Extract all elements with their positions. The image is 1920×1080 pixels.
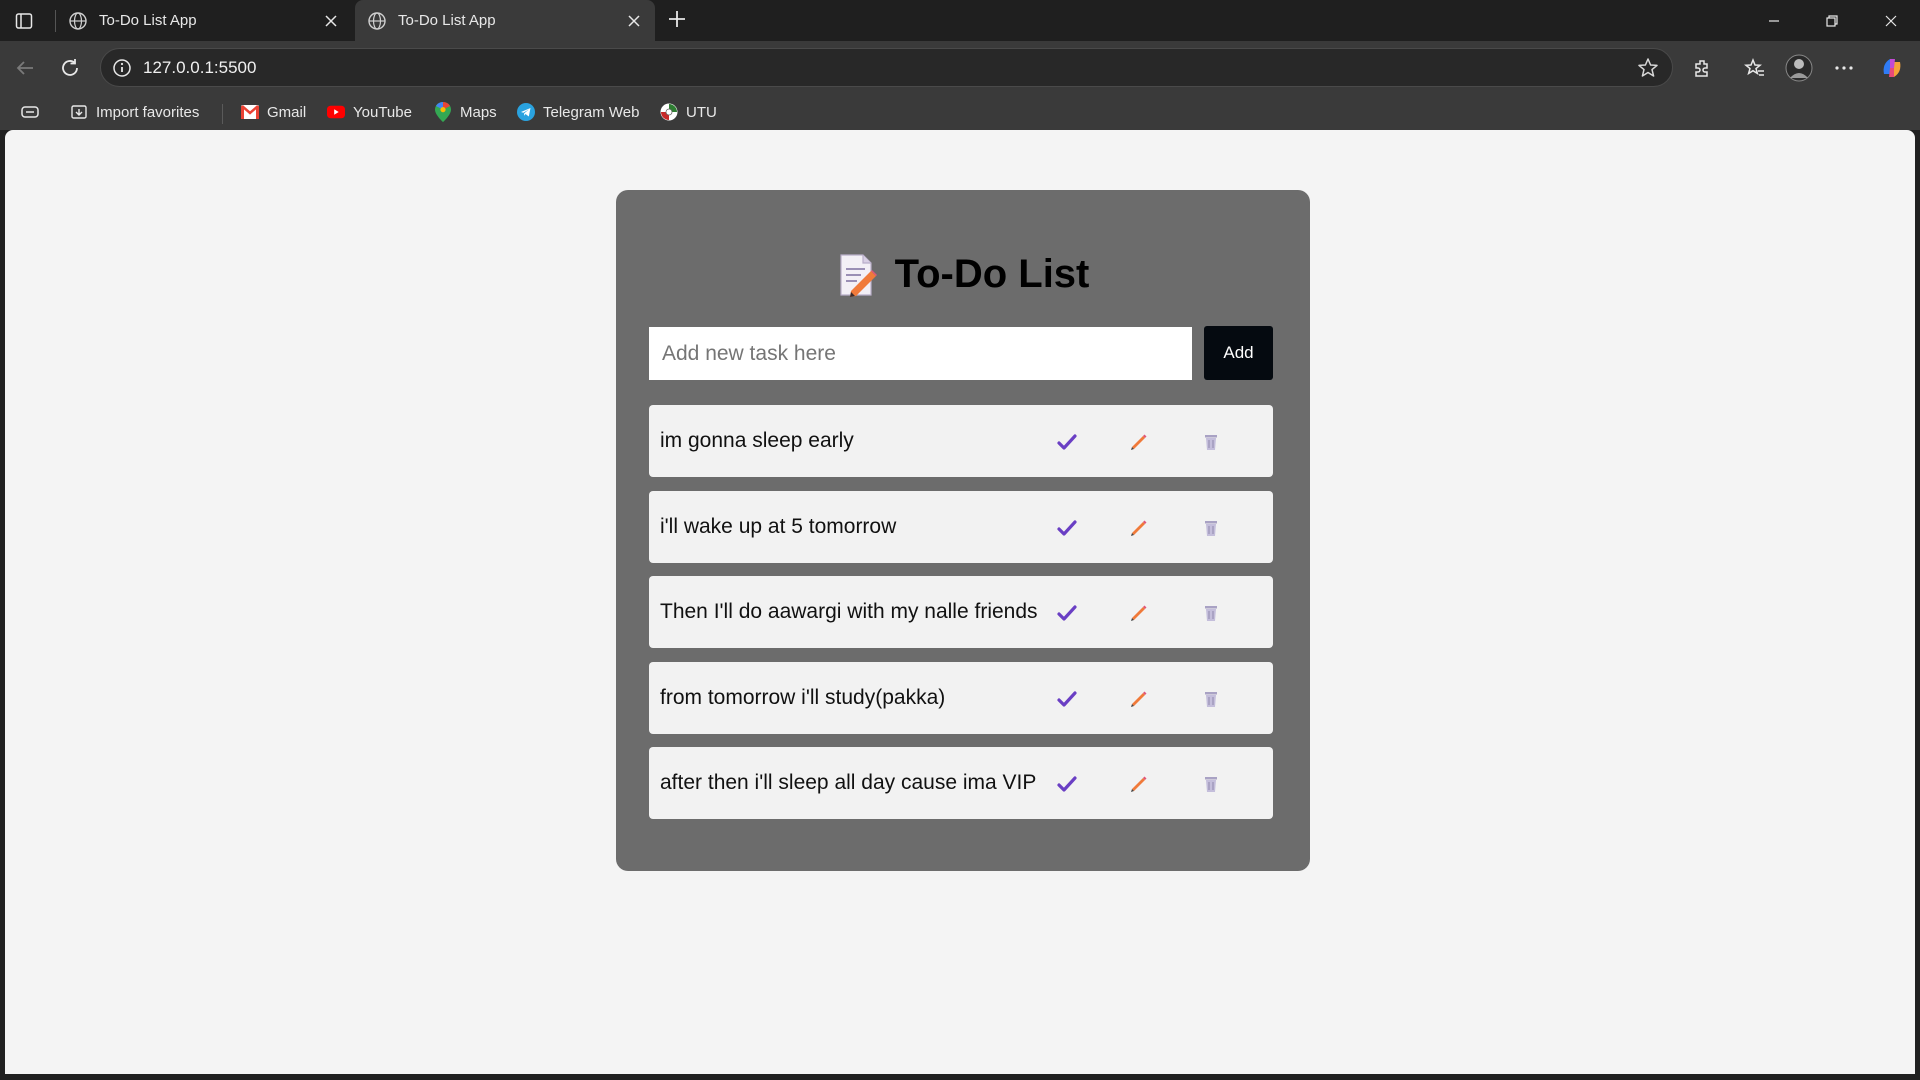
youtube-icon bbox=[327, 103, 345, 121]
minimize-icon[interactable] bbox=[1745, 0, 1803, 41]
bookmark-gmail[interactable]: Gmail bbox=[241, 100, 306, 124]
profile-avatar[interactable] bbox=[1784, 53, 1814, 83]
tab-title: To-Do List App bbox=[398, 12, 496, 29]
url-text[interactable]: 127.0.0.1:5500 bbox=[143, 58, 256, 78]
pencil-icon[interactable] bbox=[1127, 516, 1151, 540]
favorites-icon[interactable] bbox=[1740, 53, 1770, 83]
site-info-icon[interactable] bbox=[111, 57, 133, 79]
bookmark-separator bbox=[222, 104, 223, 124]
maps-icon bbox=[434, 102, 452, 122]
gmail-icon bbox=[241, 103, 259, 121]
check-icon[interactable] bbox=[1055, 516, 1079, 540]
favorite-star-icon[interactable] bbox=[1636, 56, 1660, 80]
task-item: after then i'll sleep all day cause ima … bbox=[649, 747, 1273, 819]
page-title: To-Do List bbox=[894, 252, 1090, 296]
globe-icon bbox=[368, 11, 386, 30]
bookmark-import-favorites[interactable]: Import favorites bbox=[70, 100, 199, 124]
app-heading: To-Do List bbox=[616, 252, 1310, 297]
tab-bar: To-Do List App To-Do List App bbox=[0, 0, 1920, 41]
more-options-icon[interactable] bbox=[1829, 53, 1859, 83]
copilot-icon[interactable] bbox=[1877, 53, 1907, 83]
bookmarks-toggle-icon[interactable] bbox=[20, 100, 40, 124]
task-item: Then I'll do aawargi with my nalle frien… bbox=[649, 576, 1273, 648]
trash-icon[interactable] bbox=[1199, 430, 1223, 454]
new-task-input[interactable] bbox=[649, 327, 1192, 380]
bookmark-label: UTU bbox=[686, 103, 717, 121]
telegram-icon bbox=[517, 103, 535, 121]
pencil-icon[interactable] bbox=[1127, 687, 1151, 711]
globe-icon bbox=[69, 11, 87, 30]
address-bar[interactable]: 127.0.0.1:5500 bbox=[100, 48, 1673, 87]
pencil-icon[interactable] bbox=[1127, 772, 1151, 796]
task-text: from tomorrow i'll study(pakka) bbox=[660, 685, 946, 709]
todo-container: To-Do List Add im gonna sleep early i'll… bbox=[616, 190, 1310, 871]
check-icon[interactable] bbox=[1055, 687, 1079, 711]
bookmark-maps[interactable]: Maps bbox=[434, 100, 497, 124]
trash-icon[interactable] bbox=[1199, 772, 1223, 796]
pencil-icon[interactable] bbox=[1127, 601, 1151, 625]
page-viewport: To-Do List Add im gonna sleep early i'll… bbox=[5, 130, 1915, 1074]
task-list: im gonna sleep early i'll wake up at 5 t… bbox=[649, 405, 1273, 833]
check-icon[interactable] bbox=[1055, 430, 1079, 454]
tab-title: To-Do List App bbox=[99, 12, 197, 29]
task-item: im gonna sleep early bbox=[649, 405, 1273, 477]
tab-todo-2[interactable]: To-Do List App bbox=[355, 0, 655, 41]
refresh-icon[interactable] bbox=[55, 53, 85, 83]
extensions-icon[interactable] bbox=[1688, 53, 1718, 83]
tab-todo-1[interactable]: To-Do List App bbox=[56, 0, 352, 41]
trash-icon[interactable] bbox=[1199, 687, 1223, 711]
close-icon[interactable] bbox=[625, 12, 643, 30]
bookmark-label: Maps bbox=[460, 103, 497, 121]
add-task-button[interactable]: Add bbox=[1204, 326, 1273, 380]
task-text: Then I'll do aawargi with my nalle frien… bbox=[660, 600, 1038, 623]
pencil-icon[interactable] bbox=[1127, 430, 1151, 454]
task-text: after then i'll sleep all day cause ima … bbox=[660, 771, 1037, 794]
tab-actions-icon[interactable] bbox=[12, 9, 36, 33]
bookmark-label: Gmail bbox=[267, 103, 307, 121]
new-tab-icon[interactable] bbox=[664, 8, 690, 34]
import-icon bbox=[70, 103, 88, 121]
task-item: from tomorrow i'll study(pakka) bbox=[649, 661, 1273, 734]
trash-icon[interactable] bbox=[1199, 601, 1223, 625]
bookmark-label: Telegram Web bbox=[543, 103, 640, 121]
utu-icon bbox=[660, 103, 678, 121]
bookmark-utu[interactable]: UTU bbox=[660, 100, 717, 124]
browser-toolbar: 127.0.0.1:5500 bbox=[0, 41, 1920, 94]
bookmark-label: Import favorites bbox=[96, 103, 200, 121]
task-item: i'll wake up at 5 tomorrow bbox=[649, 490, 1273, 563]
back-arrow-icon[interactable] bbox=[10, 53, 40, 83]
bookmark-youtube[interactable]: YouTube bbox=[327, 100, 412, 124]
bookmarks-bar: Import favorites Gmail YouTube Maps Tele… bbox=[0, 94, 1920, 130]
check-icon[interactable] bbox=[1055, 601, 1079, 625]
bookmark-telegram-web[interactable]: Telegram Web bbox=[517, 100, 639, 124]
task-text: im gonna sleep early bbox=[660, 429, 854, 452]
trash-icon[interactable] bbox=[1199, 516, 1223, 540]
memo-icon bbox=[840, 253, 877, 297]
task-text: i'll wake up at 5 tomorrow bbox=[660, 514, 897, 538]
bookmark-label: YouTube bbox=[353, 103, 412, 121]
close-icon[interactable] bbox=[322, 12, 340, 30]
check-icon[interactable] bbox=[1055, 772, 1079, 796]
restore-icon[interactable] bbox=[1803, 0, 1861, 41]
window-close-icon[interactable] bbox=[1862, 0, 1920, 41]
